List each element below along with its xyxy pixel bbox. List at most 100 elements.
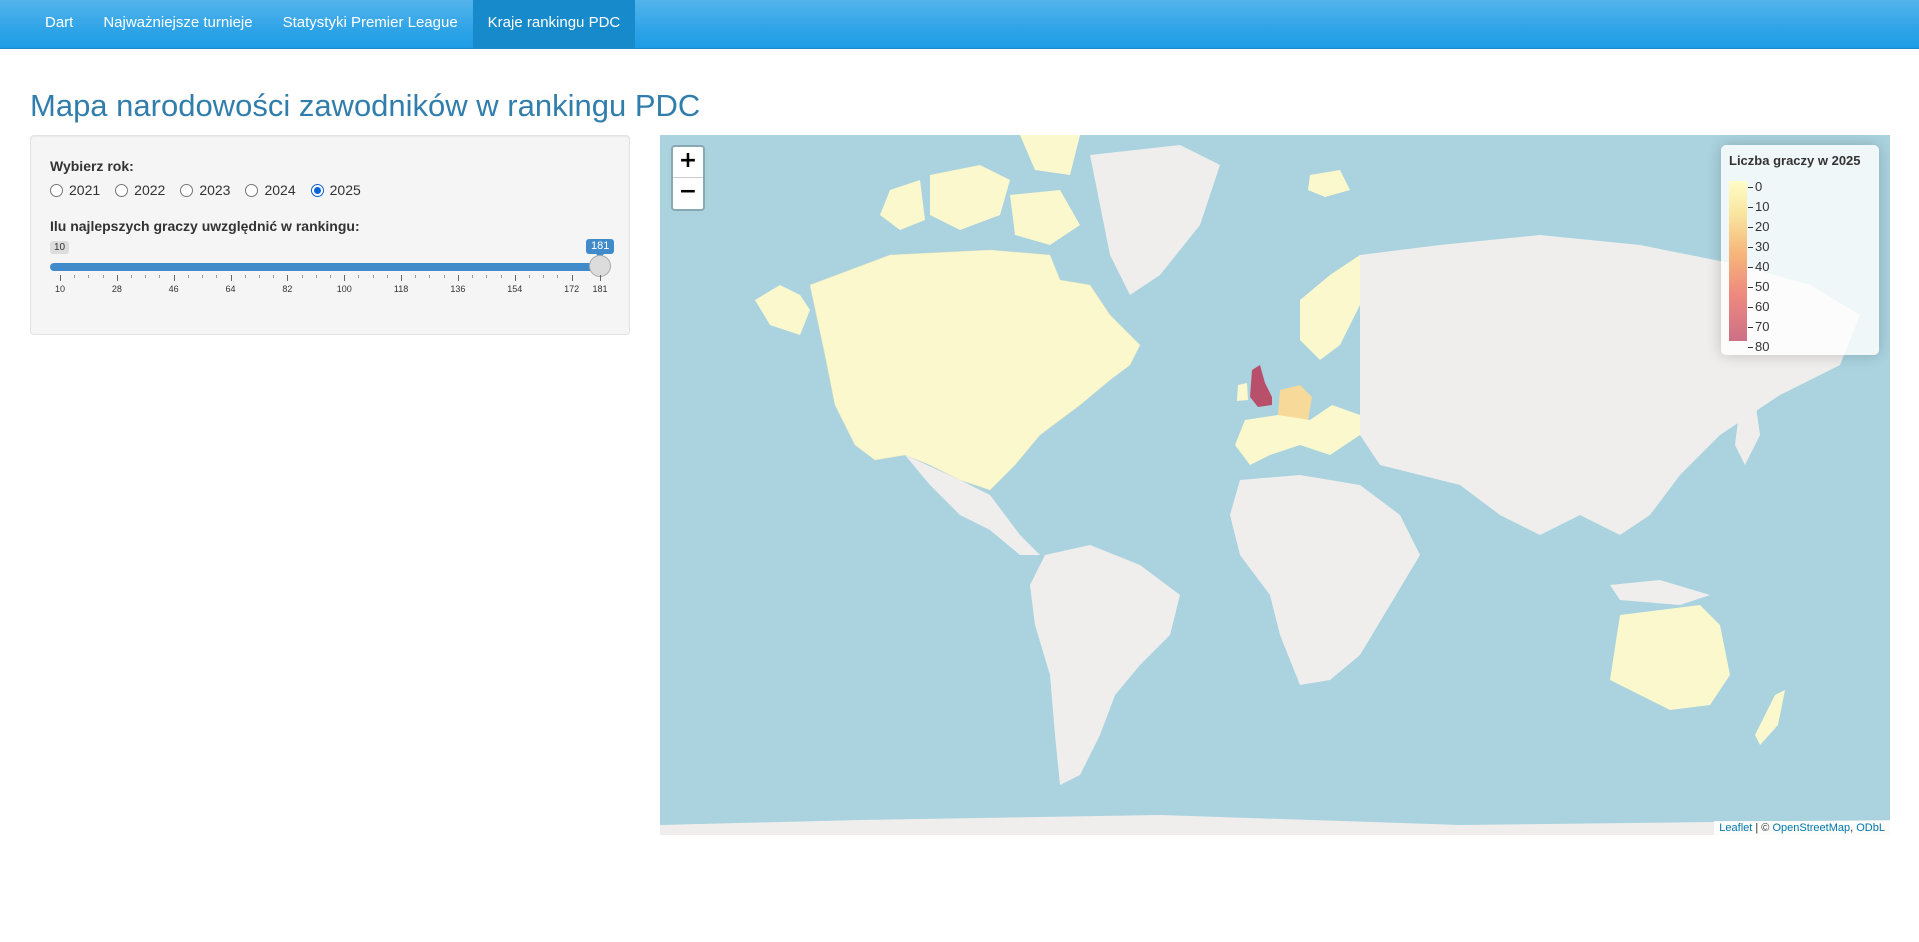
zoom-control: + − — [671, 145, 705, 211]
slider-min-label: 10 — [50, 241, 70, 254]
slider-minor-tick — [258, 275, 260, 278]
country-africa[interactable] — [1230, 475, 1420, 685]
odbl-link[interactable]: ODbL — [1856, 822, 1885, 834]
country-south-america[interactable] — [1030, 545, 1180, 785]
radio-label: 2025 — [329, 182, 361, 198]
radio-2023[interactable]: 2023 — [180, 182, 230, 198]
radio-2021[interactable]: 2021 — [50, 182, 100, 198]
slider-minor-tick — [301, 275, 303, 278]
map-svg — [660, 135, 1890, 835]
radio-circle[interactable] — [50, 183, 63, 197]
attribution-separator: | — [1755, 822, 1759, 834]
radio-label: 2021 — [69, 182, 101, 198]
radio-label: 2024 — [264, 182, 296, 198]
slider-minor-tick — [543, 275, 545, 278]
tab-tournaments[interactable]: Najważniejsze turnieje — [88, 0, 267, 48]
radio-2022[interactable]: 2022 — [115, 182, 165, 198]
map-legend: Liczba graczy w 2025 0 10 20 30 40 50 60 70 80 — [1721, 145, 1879, 355]
radio-2024[interactable]: 2024 — [245, 182, 296, 198]
slider-tick-label: 136 — [450, 284, 466, 294]
country-ireland[interactable] — [1237, 383, 1248, 401]
slider-handle[interactable] — [589, 255, 611, 277]
radio-circle[interactable] — [180, 183, 194, 197]
slider-minor-tick — [330, 275, 331, 278]
slider-tick-label: 64 — [225, 284, 236, 294]
nav-tabs: Dart Najważniejsze turnieje Statystyki P… — [30, 0, 636, 48]
world-map[interactable]: + − Liczba graczy w 2025 0 10 20 30 40 50 60 70… — [660, 135, 1890, 835]
country-new-zealand[interactable] — [1755, 690, 1785, 745]
legend-tick-mark — [1748, 307, 1753, 308]
top-players-slider[interactable]: 10 181 10 28 46 64 82 100 118 136 154 172 181 — [50, 239, 615, 311]
legend-tick-label: 0 — [1755, 179, 1763, 194]
slider-minor-tick — [202, 275, 204, 278]
slider-major-tick — [230, 275, 232, 281]
slider-minor-tick — [472, 275, 474, 278]
slider-minor-tick — [244, 275, 246, 278]
slider-minor-tick — [88, 275, 90, 278]
slider-major-tick — [60, 275, 61, 281]
country-canada-islands[interactable] — [1020, 135, 1080, 175]
zoom-in-button[interactable]: + — [673, 147, 703, 178]
country-canada-islands[interactable] — [1010, 190, 1080, 245]
tab-premier-league[interactable]: Statystyki Premier League — [268, 0, 473, 48]
slider-minor-tick — [273, 275, 275, 278]
slider-tick-label: 181 — [592, 284, 608, 294]
slider-major-tick — [344, 275, 346, 281]
slider-tick-label: 118 — [393, 284, 409, 294]
slider-minor-tick — [187, 275, 189, 278]
attribution-copyright: © — [1761, 822, 1770, 834]
country-australia[interactable] — [1610, 605, 1730, 710]
country-antarctica[interactable] — [660, 815, 1890, 835]
legend-tick-label: 80 — [1755, 339, 1770, 354]
slider-tick-label: 154 — [507, 284, 523, 294]
radio-circle[interactable] — [115, 183, 129, 197]
slider-minor-tick — [372, 275, 374, 278]
zoom-out-button[interactable]: − — [673, 178, 703, 208]
country-alaska[interactable] — [755, 285, 810, 335]
legend-title: Liczba graczy w 2025 — [1729, 153, 1861, 168]
slider-minor-tick — [131, 275, 133, 278]
country-uk[interactable] — [1250, 365, 1272, 407]
slider-tick-label: 82 — [282, 284, 293, 294]
legend-tick-mark — [1748, 327, 1753, 328]
slider-tick-label: 100 — [336, 284, 352, 294]
country-canada-islands[interactable] — [930, 165, 1010, 230]
tab-dart[interactable]: Dart — [30, 0, 88, 48]
slider-tick-label: 28 — [111, 284, 122, 294]
slider-minor-tick — [102, 275, 104, 278]
country-north-america[interactable] — [809, 249, 1141, 491]
legend-gradient — [1729, 181, 1747, 341]
slider-major-tick — [600, 275, 601, 281]
osm-link[interactable]: OpenStreetMap — [1772, 822, 1850, 834]
leaflet-link[interactable]: Leaflet — [1719, 822, 1752, 834]
legend-tick-label: 40 — [1755, 259, 1770, 274]
country-iceland[interactable] — [1308, 170, 1350, 197]
slider-minor-tick — [500, 275, 502, 278]
country-canada-islands[interactable] — [880, 180, 925, 230]
slider-major-tick — [457, 275, 459, 281]
slider-minor-tick — [315, 275, 317, 278]
page-title: Mapa narodowości zawodników w rankingu P… — [30, 88, 701, 123]
country-scandinavia[interactable] — [1300, 255, 1360, 360]
year-label: Wybierz rok: — [50, 158, 134, 174]
slider-major-tick — [514, 275, 516, 281]
slider-track[interactable] — [50, 263, 610, 271]
country-greenland[interactable] — [1090, 145, 1220, 295]
slider-minor-tick — [443, 275, 445, 278]
slider-major-tick — [173, 275, 175, 281]
tab-pdc-countries[interactable]: Kraje rankingu PDC — [472, 0, 636, 48]
slider-minor-tick — [159, 275, 161, 278]
radio-circle[interactable] — [245, 183, 259, 197]
legend-tick-mark — [1748, 207, 1753, 208]
slider-minor-tick — [429, 275, 431, 278]
radio-label: 2023 — [199, 182, 231, 198]
radio-circle-selected[interactable] — [310, 183, 324, 197]
slider-minor-tick — [145, 275, 147, 278]
slider-major-tick — [116, 275, 118, 281]
legend-tick-label: 20 — [1755, 219, 1770, 234]
radio-2025[interactable]: 2025 — [310, 182, 361, 198]
slider-major-tick — [571, 275, 573, 281]
country-indonesia[interactable] — [1610, 580, 1710, 605]
slider-major-tick — [287, 275, 289, 281]
attribution-comma: , — [1850, 822, 1854, 834]
